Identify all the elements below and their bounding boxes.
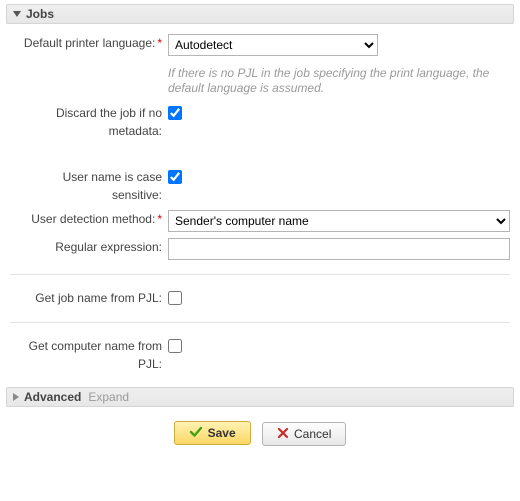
chevron-down-icon xyxy=(13,11,21,17)
regular-expression-label: Regular expression: xyxy=(10,238,168,256)
default-printer-language-help: If there is no PJL in the job specifying… xyxy=(168,66,510,96)
jobs-section-title: Jobs xyxy=(26,7,54,21)
get-job-name-from-pjl-checkbox[interactable] xyxy=(168,291,182,305)
get-computer-name-from-pjl-checkbox[interactable] xyxy=(168,339,182,353)
get-job-name-from-pjl-label: Get job name from PJL: xyxy=(10,289,168,307)
advanced-expand-label: Expand xyxy=(88,390,129,404)
regular-expression-input[interactable] xyxy=(168,238,510,260)
discard-no-metadata-label: Discard the job if no metadata: xyxy=(10,104,168,140)
chevron-right-icon xyxy=(13,393,19,401)
close-icon xyxy=(277,427,289,442)
user-detection-method-label: User detection method:* xyxy=(10,210,168,228)
save-button[interactable]: Save xyxy=(174,421,251,445)
button-bar: Save Cancel xyxy=(6,407,514,460)
get-computer-name-from-pjl-label: Get computer name from PJL: xyxy=(10,337,168,373)
user-name-case-sensitive-label: User name is case sensitive: xyxy=(10,168,168,204)
default-printer-language-label: Default printer language:* xyxy=(10,34,168,52)
user-detection-method-select[interactable]: Sender's computer name xyxy=(168,210,510,232)
discard-no-metadata-checkbox[interactable] xyxy=(168,106,182,120)
divider xyxy=(10,274,510,275)
advanced-section-title: Advanced xyxy=(24,390,81,404)
jobs-section-header[interactable]: Jobs xyxy=(6,4,514,24)
default-printer-language-select[interactable]: Autodetect xyxy=(168,34,378,56)
cancel-button[interactable]: Cancel xyxy=(262,422,346,446)
user-name-case-sensitive-checkbox[interactable] xyxy=(168,170,182,184)
jobs-form: Default printer language:* Autodetect If… xyxy=(6,24,514,373)
divider xyxy=(10,322,510,323)
check-icon xyxy=(189,425,203,442)
advanced-section-header[interactable]: Advanced Expand xyxy=(6,387,514,407)
